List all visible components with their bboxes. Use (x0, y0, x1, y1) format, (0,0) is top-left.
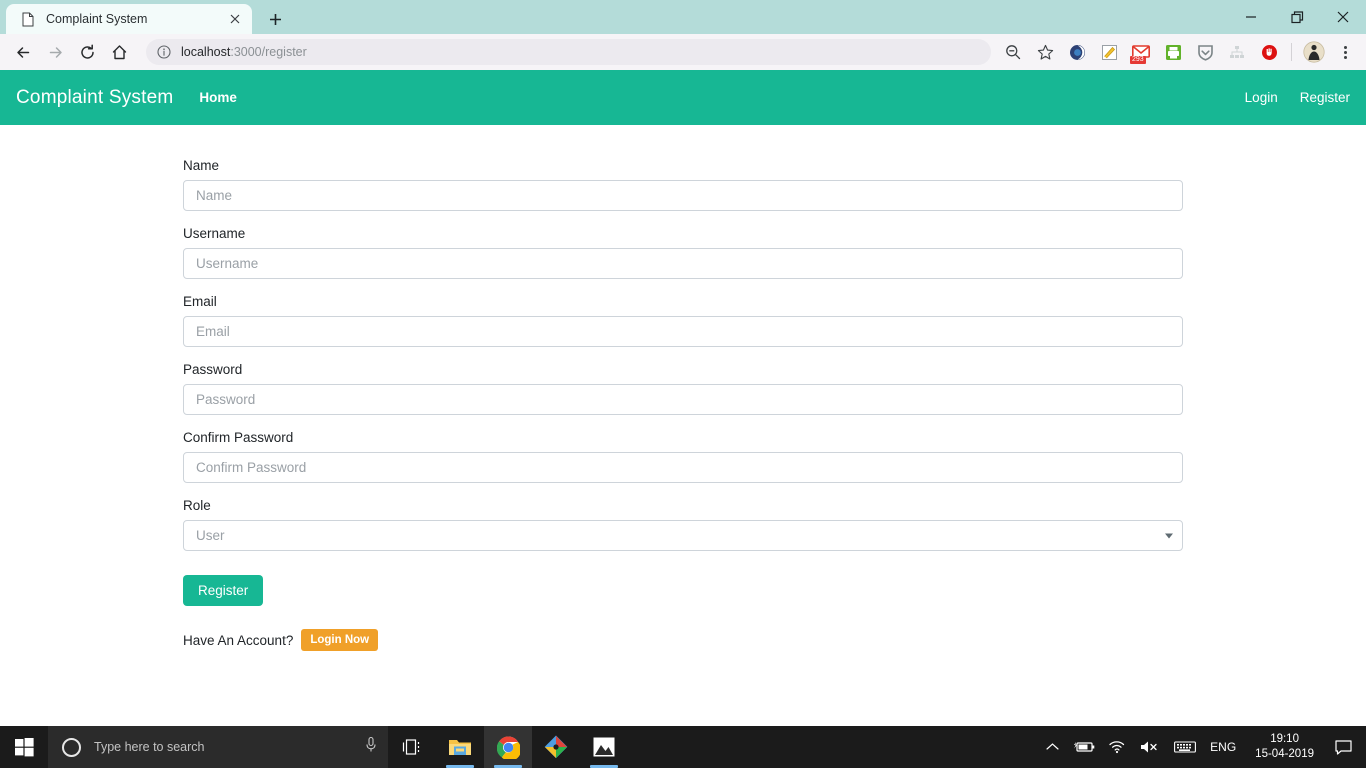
system-tray: ENG 19:10 15-04-2019 (1039, 726, 1366, 768)
navbar-left-links: Home (199, 90, 1222, 105)
browser-window: Complaint System localhost:3000/register… (0, 0, 1366, 726)
toolbar-divider (1291, 43, 1292, 61)
action-center-icon[interactable] (1326, 726, 1360, 768)
maximize-restore-button[interactable] (1274, 0, 1320, 34)
name-input[interactable] (183, 180, 1183, 211)
form-group-name: Name (183, 158, 1183, 211)
label-name: Name (183, 158, 220, 173)
browser-tab-title: Complaint System (46, 12, 148, 26)
clock-time: 19:10 (1270, 733, 1299, 745)
reload-icon[interactable] (72, 37, 102, 67)
taskbar-clock[interactable]: 19:10 15-04-2019 (1243, 726, 1326, 768)
windows-taskbar: Type here to search ENG 19:10 15-04-2019 (0, 726, 1366, 768)
nav-link-login[interactable]: Login (1245, 90, 1278, 105)
page-content: Name Username Email Password (0, 125, 1366, 651)
form-group-email: Email (183, 294, 1183, 347)
password-input[interactable] (183, 384, 1183, 415)
label-password: Password (183, 362, 243, 377)
zoom-out-icon[interactable] (1000, 39, 1026, 65)
photos-icon[interactable] (580, 726, 628, 768)
cortana-circle-icon (62, 737, 81, 757)
navbar-right-links: Login Register (1223, 90, 1350, 105)
windows-start-icon[interactable] (0, 726, 48, 768)
page-viewport: Complaint System Home Login Register Nam… (0, 70, 1366, 726)
taskbar-search-box[interactable]: Type here to search (48, 726, 388, 768)
form-group-role: Role User (183, 498, 1183, 551)
browser-tab-strip: Complaint System (0, 0, 1366, 34)
label-email: Email (183, 294, 217, 309)
address-bar[interactable]: localhost:3000/register (146, 39, 991, 65)
paint-3d-icon[interactable] (532, 726, 580, 768)
three-dots-menu-icon[interactable] (1332, 39, 1358, 65)
show-hidden-icons-chevron[interactable] (1039, 726, 1066, 768)
new-tab-button[interactable] (260, 5, 290, 33)
form-group-username: Username (183, 226, 1183, 279)
forward-arrow-icon[interactable] (40, 37, 70, 67)
back-arrow-icon[interactable] (8, 37, 38, 67)
taskbar-app-icons (388, 726, 628, 768)
browser-tab[interactable]: Complaint System (6, 4, 252, 34)
close-window-button[interactable] (1320, 0, 1366, 34)
browser-toolbar: localhost:3000/register 293 (0, 34, 1366, 70)
battery-charging-icon[interactable] (1066, 726, 1102, 768)
confirm-password-input[interactable] (183, 452, 1183, 483)
login-now-button[interactable]: Login Now (301, 629, 379, 651)
close-icon[interactable] (226, 10, 244, 28)
taskbar-search-placeholder: Type here to search (94, 740, 205, 754)
chevron-down-icon (1165, 533, 1173, 538)
extensions-tray: 293 (997, 39, 1358, 65)
mail-unread-badge: 293 (1130, 56, 1146, 64)
role-select-wrapper: User (183, 520, 1183, 551)
address-bar-url: localhost:3000/register (181, 45, 307, 59)
site-navbar: Complaint System Home Login Register (0, 70, 1366, 125)
register-form-container: Name Username Email Password (183, 158, 1183, 651)
label-role: Role (183, 498, 211, 513)
notepad-extension-icon[interactable] (1096, 39, 1122, 65)
mail-extension-icon[interactable]: 293 (1128, 39, 1154, 65)
label-username: Username (183, 226, 246, 241)
have-account-row: Have An Account? Login Now (183, 629, 1183, 651)
role-select[interactable]: User (183, 520, 1183, 551)
register-form: Name Username Email Password (183, 158, 1183, 651)
form-group-password: Password (183, 362, 1183, 415)
clock-date: 15-04-2019 (1255, 748, 1314, 760)
wifi-icon[interactable] (1102, 726, 1133, 768)
role-select-value: User (196, 528, 225, 543)
info-circle-icon[interactable] (156, 44, 172, 60)
keyboard-layout-icon[interactable] (1167, 726, 1203, 768)
email-input[interactable] (183, 316, 1183, 347)
print-extension-icon[interactable] (1160, 39, 1186, 65)
shield-extension-icon[interactable] (1192, 39, 1218, 65)
page-icon (20, 11, 36, 27)
bookmark-star-icon[interactable] (1032, 39, 1058, 65)
url-host: localhost (181, 45, 231, 59)
label-confirm-password: Confirm Password (183, 430, 294, 445)
bluecoat-extension-icon[interactable] (1064, 39, 1090, 65)
window-controls (1228, 0, 1366, 34)
url-path: :3000/register (230, 45, 307, 59)
nav-link-register[interactable]: Register (1300, 90, 1350, 105)
home-icon[interactable] (104, 37, 134, 67)
language-indicator[interactable]: ENG (1203, 726, 1243, 768)
task-view-icon[interactable] (388, 726, 436, 768)
file-explorer-icon[interactable] (436, 726, 484, 768)
form-group-confirm-password: Confirm Password (183, 430, 1183, 483)
google-chrome-icon[interactable] (484, 726, 532, 768)
profile-avatar-icon[interactable] (1301, 39, 1327, 65)
microphone-icon[interactable] (364, 736, 378, 758)
have-account-text: Have An Account? (183, 632, 294, 648)
nav-link-home[interactable]: Home (199, 90, 237, 105)
register-submit-button[interactable]: Register (183, 575, 264, 606)
volume-muted-icon[interactable] (1133, 726, 1167, 768)
username-input[interactable] (183, 248, 1183, 279)
sitemap-extension-icon[interactable] (1224, 39, 1250, 65)
adblock-extension-icon[interactable] (1256, 39, 1282, 65)
minimize-button[interactable] (1228, 0, 1274, 34)
site-brand[interactable]: Complaint System (16, 87, 173, 109)
